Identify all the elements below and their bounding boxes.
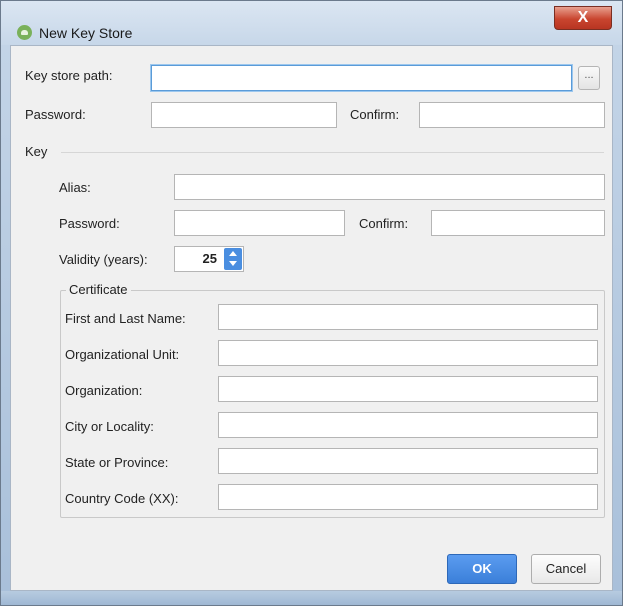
key-section-label: Key — [25, 144, 48, 159]
validity-label: Validity (years): — [59, 252, 148, 267]
first-last-name-label: First and Last Name: — [65, 311, 186, 326]
close-icon: X — [577, 9, 589, 26]
window-frame-right — [613, 45, 622, 591]
browse-button[interactable]: ... — [578, 66, 600, 90]
organization-label: Organization: — [65, 383, 143, 398]
keystore-confirm-input[interactable] — [419, 102, 605, 128]
key-section-divider — [61, 152, 604, 153]
ok-button[interactable]: OK — [447, 554, 517, 584]
state-province-label: State or Province: — [65, 455, 169, 470]
country-code-input[interactable] — [218, 484, 598, 510]
alias-input[interactable] — [174, 174, 605, 200]
city-locality-label: City or Locality: — [65, 419, 154, 434]
key-confirm-input[interactable] — [431, 210, 605, 236]
spinner-up-icon[interactable] — [229, 251, 237, 256]
dialog-window: New Key Store X Key store path: ... Pass… — [0, 0, 623, 606]
keystore-password-label: Password: — [25, 107, 86, 122]
key-password-label: Password: — [59, 216, 120, 231]
organization-input[interactable] — [218, 376, 598, 402]
organizational-unit-label: Organizational Unit: — [65, 347, 180, 362]
first-last-name-input[interactable] — [218, 304, 598, 330]
keystore-path-input[interactable] — [151, 65, 572, 91]
android-icon — [17, 25, 32, 40]
keystore-path-label: Key store path: — [25, 68, 113, 83]
close-button[interactable]: X — [554, 6, 612, 30]
state-province-input[interactable] — [218, 448, 598, 474]
certificate-section-label: Certificate — [66, 282, 131, 297]
alias-label: Alias: — [59, 180, 91, 195]
cancel-button[interactable]: Cancel — [531, 554, 601, 584]
organizational-unit-input[interactable] — [218, 340, 598, 366]
title-bar[interactable]: New Key Store X — [1, 1, 622, 45]
keystore-password-input[interactable] — [151, 102, 337, 128]
validity-spinner[interactable]: 25 — [174, 246, 244, 272]
spinner-arrows[interactable] — [224, 248, 242, 270]
validity-value: 25 — [202, 251, 217, 266]
key-password-input[interactable] — [174, 210, 345, 236]
spinner-down-icon[interactable] — [229, 261, 237, 266]
country-code-label: Country Code (XX): — [65, 491, 179, 506]
city-locality-input[interactable] — [218, 412, 598, 438]
window-title: New Key Store — [39, 25, 133, 41]
window-frame-left — [1, 45, 10, 591]
keystore-confirm-label: Confirm: — [350, 107, 400, 122]
window-frame-bottom — [1, 591, 622, 605]
key-confirm-label: Confirm: — [359, 216, 409, 231]
dialog-content: Key store path: ... Password: Confirm: K… — [10, 45, 613, 591]
